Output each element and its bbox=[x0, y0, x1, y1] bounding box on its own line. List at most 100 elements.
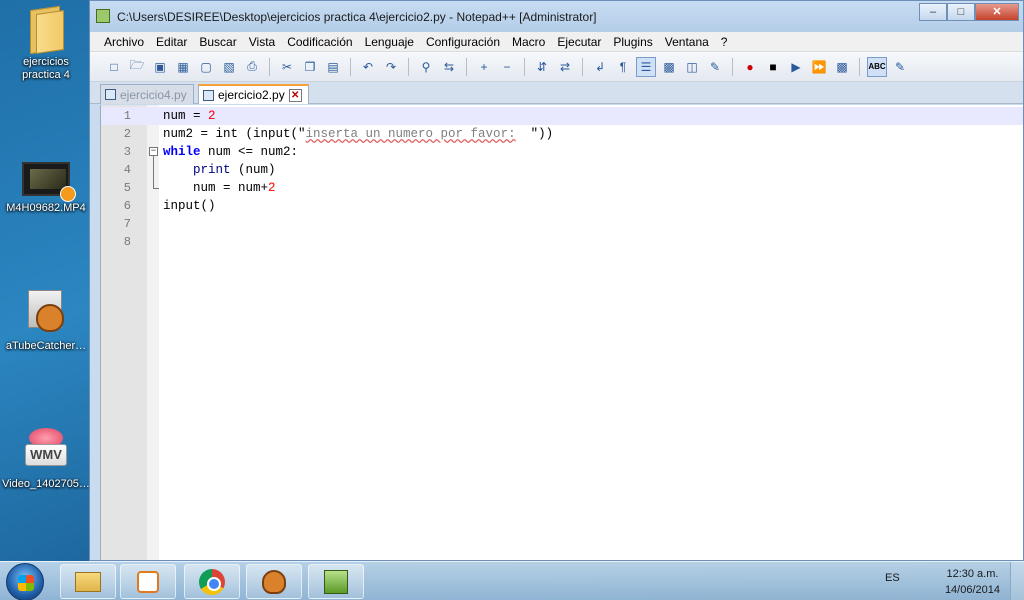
sync-horizontal-icon[interactable]: ⇄ bbox=[555, 57, 575, 77]
taskbar-chrome[interactable] bbox=[184, 564, 240, 599]
save-icon[interactable]: ▣ bbox=[150, 57, 170, 77]
print-icon[interactable]: ⎙ bbox=[242, 57, 262, 77]
taskbar-file-explorer[interactable] bbox=[60, 564, 116, 599]
zoom-in-icon[interactable]: + bbox=[474, 57, 494, 77]
menu-ventana[interactable]: Ventana bbox=[659, 35, 715, 49]
menu-lenguaje[interactable]: Lenguaje bbox=[359, 35, 420, 49]
open-file-icon[interactable]: 🗁 bbox=[127, 57, 147, 77]
menu-help[interactable]: ? bbox=[715, 35, 734, 49]
code-line: 2 num2 = int (input("inserta un numero p… bbox=[101, 125, 1023, 143]
show-all-chars-icon[interactable]: ¶ bbox=[613, 57, 633, 77]
atubecatcher-icon bbox=[262, 569, 286, 594]
new-file-icon[interactable]: □ bbox=[104, 57, 124, 77]
spell-check-options-icon[interactable]: ✎ bbox=[890, 57, 910, 77]
atubecatcher-icon bbox=[24, 288, 68, 336]
zoom-out-icon[interactable]: − bbox=[497, 57, 517, 77]
replace-icon[interactable]: ⇆ bbox=[439, 57, 459, 77]
system-clock[interactable]: 12:30 a.m. 14/06/2014 bbox=[945, 566, 1000, 598]
code-line: 3 − while num <= num2: bbox=[101, 143, 1023, 189]
language-indicator[interactable]: ES bbox=[885, 572, 900, 584]
stop-macro-icon[interactable]: ■ bbox=[763, 57, 783, 77]
desktop-icon-label: M4H09682.MP4 bbox=[6, 202, 86, 214]
save-all-icon[interactable]: ▦ bbox=[173, 57, 193, 77]
line-number: 1 bbox=[123, 109, 131, 123]
sync-vertical-icon[interactable]: ⇵ bbox=[532, 57, 552, 77]
title-bar[interactable]: C:\Users\DESIREE\Desktop\ejercicios prac… bbox=[90, 1, 1023, 32]
notepad-plus-plus-icon bbox=[324, 569, 348, 594]
menu-editar[interactable]: Editar bbox=[150, 35, 193, 49]
run-macro-multiple-icon[interactable]: ⏩ bbox=[809, 57, 829, 77]
tab-ejercicio4[interactable]: ejercicio4.py bbox=[100, 84, 194, 104]
redo-icon[interactable]: ↷ bbox=[381, 57, 401, 77]
media-player-icon bbox=[137, 570, 159, 593]
record-macro-icon[interactable]: ● bbox=[740, 57, 760, 77]
close-tab-icon[interactable]: ✕ bbox=[288, 88, 302, 102]
code-editor[interactable]: 1 num = 2 2 num2 = int (input("inserta u… bbox=[100, 105, 1023, 560]
close-button[interactable]: ✕ bbox=[975, 3, 1019, 21]
menu-plugins[interactable]: Plugins bbox=[607, 35, 658, 49]
desktop-icon-label: ejercicios practica 4 bbox=[22, 56, 70, 81]
file-icon bbox=[203, 89, 214, 101]
maximize-button[interactable]: □ bbox=[947, 3, 975, 21]
menu-buscar[interactable]: Buscar bbox=[193, 35, 242, 49]
code-line: 5 num = num+2 bbox=[101, 179, 1023, 197]
line-number: 4 bbox=[123, 163, 131, 177]
fold-toggle-icon[interactable]: − bbox=[149, 147, 158, 156]
menu-archivo[interactable]: Archivo bbox=[98, 35, 150, 49]
clock-date: 14/06/2014 bbox=[944, 584, 1000, 596]
line-number: 3 bbox=[123, 145, 131, 159]
paste-icon[interactable]: ▤ bbox=[323, 57, 343, 77]
clock-time: 12:30 a.m. bbox=[946, 568, 999, 580]
file-icon bbox=[105, 89, 116, 100]
function-list-icon[interactable]: ✎ bbox=[705, 57, 725, 77]
line-number: 6 bbox=[123, 199, 131, 213]
desktop-icon-wmv[interactable]: WMV Video_1402705… bbox=[0, 428, 92, 491]
line-number: 7 bbox=[123, 217, 131, 231]
folder-icon bbox=[26, 5, 66, 55]
taskbar: ES 12:30 a.m. 14/06/2014 bbox=[0, 561, 1024, 600]
start-button[interactable] bbox=[6, 563, 44, 600]
menu-configuracion[interactable]: Configuración bbox=[420, 35, 506, 49]
show-desktop-button[interactable] bbox=[1010, 562, 1024, 600]
line-number: 2 bbox=[123, 127, 131, 141]
notepad-plus-plus-icon bbox=[96, 9, 110, 23]
taskbar-media-player[interactable] bbox=[120, 564, 176, 599]
word-wrap-icon[interactable]: ↲ bbox=[590, 57, 610, 77]
find-icon[interactable]: ⚲ bbox=[416, 57, 436, 77]
folder-icon bbox=[75, 571, 101, 592]
undo-icon[interactable]: ↶ bbox=[358, 57, 378, 77]
indent-guide-icon[interactable]: ☰ bbox=[636, 56, 656, 77]
cut-icon[interactable]: ✂ bbox=[277, 57, 297, 77]
code-line: 6 input() bbox=[101, 197, 1023, 215]
menu-bar: Archivo Editar Buscar Vista Codificación… bbox=[90, 32, 1023, 52]
tab-bar: ejercicio4.py ejercicio2.py ✕ bbox=[90, 82, 1023, 104]
document-map-icon[interactable]: ◫ bbox=[682, 57, 702, 77]
desktop-icon-folder[interactable]: ejercicios practica 4 bbox=[0, 5, 92, 82]
menu-macro[interactable]: Macro bbox=[506, 35, 551, 49]
menu-ejecutar[interactable]: Ejecutar bbox=[551, 35, 607, 49]
toolbar: □ 🗁 ▣ ▦ ▢ ▧ ⎙ ✂ ❐ ▤ ↶ ↷ ⚲ ⇆ + − ⇵ ⇄ ↲ ¶ … bbox=[90, 52, 1023, 82]
taskbar-atubecatcher[interactable] bbox=[246, 564, 302, 599]
code-line: 1 num = 2 bbox=[101, 107, 1023, 125]
close-file-icon[interactable]: ▢ bbox=[196, 57, 216, 77]
line-number: 5 bbox=[123, 181, 131, 195]
menu-codificacion[interactable]: Codificación bbox=[281, 35, 358, 49]
desktop-icon-atubecatcher[interactable]: aTubeCatcher… bbox=[0, 288, 92, 353]
video-file-icon bbox=[22, 162, 76, 202]
minimize-button[interactable]: – bbox=[919, 3, 947, 21]
taskbar-notepad-plus-plus[interactable] bbox=[308, 564, 364, 599]
save-macro-icon[interactable]: ▩ bbox=[832, 57, 852, 77]
spell-check-icon[interactable]: ABC bbox=[867, 56, 887, 77]
desktop-icon-label: aTubeCatcher… bbox=[5, 340, 87, 352]
tab-ejercicio2[interactable]: ejercicio2.py ✕ bbox=[198, 84, 309, 104]
desktop-icon-label: Video_1402705… bbox=[2, 478, 90, 490]
menu-vista[interactable]: Vista bbox=[243, 35, 281, 49]
code-line: 7 bbox=[101, 215, 1023, 233]
close-all-icon[interactable]: ▧ bbox=[219, 57, 239, 77]
notepad-plus-plus-window: C:\Users\DESIREE\Desktop\ejercicios prac… bbox=[89, 0, 1024, 561]
desktop-icon-video[interactable]: M4H09682.MP4 bbox=[0, 162, 92, 215]
tab-label: ejercicio4.py bbox=[120, 87, 187, 102]
play-macro-icon[interactable]: ▶ bbox=[786, 57, 806, 77]
user-language-icon[interactable]: ▩ bbox=[659, 57, 679, 77]
copy-icon[interactable]: ❐ bbox=[300, 57, 320, 77]
